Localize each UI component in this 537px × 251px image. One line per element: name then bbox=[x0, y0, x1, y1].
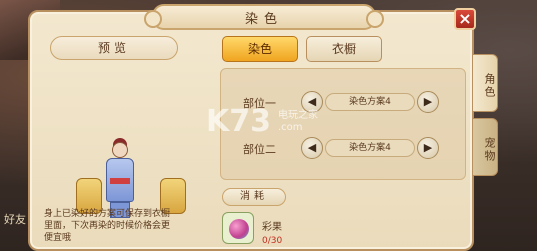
rainbow-fruit-icon bbox=[229, 219, 249, 239]
part1-scheme: 染色方案4 bbox=[325, 93, 415, 111]
part2-next-button[interactable]: ▶ bbox=[417, 137, 439, 159]
preview-title: 预览 bbox=[50, 36, 178, 60]
tab-wardrobe[interactable]: 衣橱 bbox=[306, 36, 382, 62]
preview-section: 预览 bbox=[40, 36, 198, 232]
character-preview bbox=[40, 66, 198, 226]
dye-tabs: 染色 衣橱 bbox=[214, 34, 464, 64]
side-tab-character[interactable]: 角色 bbox=[472, 54, 498, 112]
side-tab-pet[interactable]: 宠物 bbox=[472, 118, 498, 176]
part2-prev-button[interactable]: ◀ bbox=[301, 137, 323, 159]
character-sash bbox=[110, 178, 130, 184]
item-name: 彩果 bbox=[262, 222, 282, 233]
part-row-2: 部位二 ◀ 染色方案4 ▶ bbox=[221, 137, 467, 161]
close-button[interactable]: × bbox=[454, 8, 476, 30]
part-label-2: 部位二 bbox=[243, 143, 276, 156]
part1-next-button[interactable]: ▶ bbox=[417, 91, 439, 113]
character-head bbox=[112, 142, 128, 158]
arrow-left-icon: ◀ bbox=[307, 141, 317, 154]
arrow-left-icon: ◀ bbox=[307, 95, 317, 108]
watermark-line2: .com bbox=[278, 122, 303, 133]
part2-scheme: 染色方案4 bbox=[325, 139, 415, 157]
cost-title: 消耗 bbox=[222, 188, 286, 206]
title-bar: 染色 bbox=[144, 4, 384, 30]
preview-description: 身上已染好的方案可保存到衣橱里面，下次再染的时候价格会更便宜哦 bbox=[44, 209, 171, 243]
watermark-text: 电玩之家 .com bbox=[278, 110, 318, 134]
friends-label[interactable]: 好友 bbox=[4, 211, 26, 227]
watermark-line1: 电玩之家 bbox=[278, 110, 318, 121]
tab-dye[interactable]: 染色 bbox=[222, 36, 298, 62]
close-icon: × bbox=[458, 9, 472, 28]
item-slot[interactable] bbox=[222, 212, 254, 244]
arrow-right-icon: ▶ bbox=[423, 141, 433, 154]
watermark-logo: K73 bbox=[206, 104, 271, 139]
window-title: 染色 bbox=[244, 11, 283, 27]
item-count: 0/30 bbox=[262, 236, 283, 246]
arrow-right-icon: ▶ bbox=[423, 95, 433, 108]
